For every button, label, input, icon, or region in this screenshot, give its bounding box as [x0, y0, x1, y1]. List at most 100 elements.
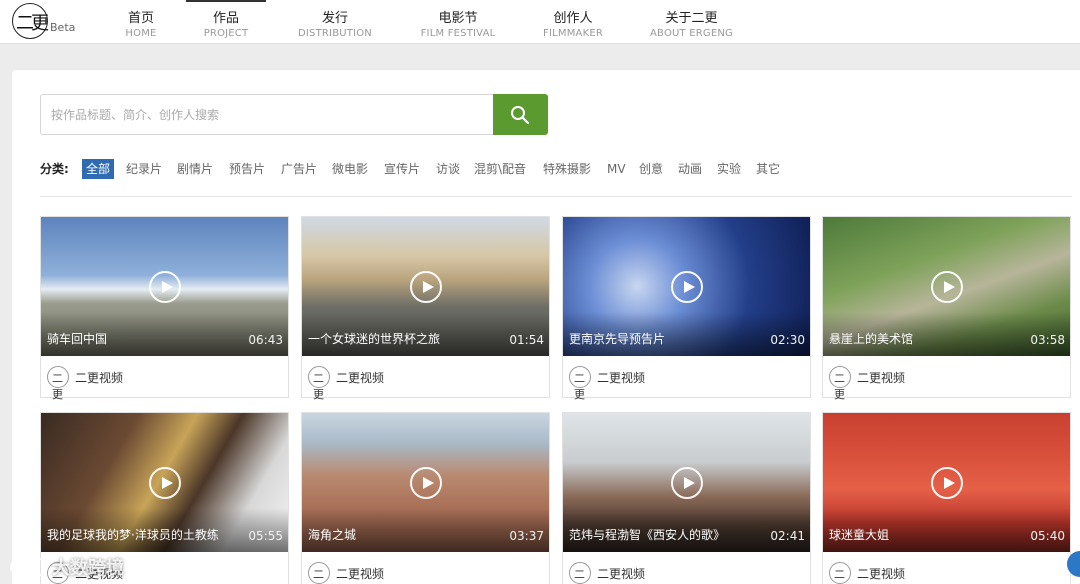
- video-card[interactable]: 海角之城 03:37 二更 二更视频: [301, 412, 550, 584]
- nav-label-en: ABOUT ERGENG: [650, 28, 733, 39]
- filter-divider: [40, 196, 1072, 197]
- watermark-logo-icon: [10, 558, 48, 576]
- video-title: 海角之城: [308, 528, 357, 542]
- beta-label: Beta: [50, 21, 76, 34]
- nav-label-zh: 关于二更: [665, 11, 718, 26]
- play-icon[interactable]: [149, 271, 181, 303]
- nav-label-zh: 电影节: [438, 11, 478, 26]
- video-author[interactable]: 二更 二更视频: [569, 562, 769, 584]
- category-all[interactable]: 全部: [82, 159, 115, 179]
- author-avatar: 二更: [308, 366, 330, 401]
- category-creative[interactable]: 创意: [639, 159, 663, 179]
- search-button[interactable]: [493, 94, 548, 135]
- play-icon[interactable]: [671, 271, 703, 303]
- play-icon[interactable]: [931, 271, 963, 303]
- video-thumbnail: 骑车回中国 06:43: [41, 217, 288, 356]
- nav-filmmaker[interactable]: 创作人 FILMMAKER: [538, 0, 608, 44]
- nav-label-en: PROJECT: [203, 28, 249, 39]
- author-avatar: 二更: [569, 562, 591, 584]
- nav-label-en: HOME: [125, 28, 157, 39]
- video-thumbnail: 更南京先导预告片 02:30: [563, 217, 810, 356]
- category-experimental[interactable]: 实验: [717, 159, 741, 179]
- nav-label-zh: 作品: [212, 11, 239, 26]
- play-icon[interactable]: [410, 271, 442, 303]
- nav-label-zh: 创作人: [553, 11, 593, 26]
- nav-distribution[interactable]: 发行 DISTRIBUTION: [294, 0, 376, 44]
- category-trailer[interactable]: 预告片: [229, 159, 265, 179]
- video-thumbnail: 范炜与程渤智《西安人的歌》 02:41: [563, 413, 810, 552]
- video-card[interactable]: 球迷童大姐 05:40 二更 二更视频: [822, 412, 1071, 584]
- author-avatar: 二更: [569, 366, 591, 401]
- nav-label-en: FILMMAKER: [543, 28, 603, 39]
- author-name: 二更视频: [336, 371, 385, 385]
- video-duration: 01:54: [509, 333, 544, 347]
- video-duration: 03:58: [1030, 333, 1065, 347]
- video-card[interactable]: 更南京先导预告片 02:30 二更 二更视频: [562, 216, 811, 401]
- watermark-text: 大数跨境: [52, 558, 124, 579]
- category-drama[interactable]: 剧情片: [177, 159, 213, 179]
- video-thumbnail: 海角之城 03:37: [302, 413, 549, 552]
- video-author[interactable]: 二更 二更视频: [47, 366, 247, 401]
- video-duration: 06:43: [248, 333, 283, 347]
- author-name: 二更视频: [75, 371, 124, 385]
- play-icon[interactable]: [410, 467, 442, 499]
- nav-about[interactable]: 关于二更 ABOUT ERGENG: [648, 0, 735, 44]
- author-name: 二更视频: [597, 567, 646, 581]
- video-author[interactable]: 二更 二更视频: [569, 366, 769, 401]
- video-duration: 05:40: [1030, 529, 1065, 543]
- video-duration: 05:55: [248, 529, 283, 543]
- watermark: 大数跨境: [10, 554, 124, 580]
- nav-project[interactable]: 作品 PROJECT: [186, 0, 266, 44]
- video-title: 一个女球迷的世界杯之旅: [308, 332, 441, 346]
- author-name: 二更视频: [336, 567, 385, 581]
- video-card[interactable]: 范炜与程渤智《西安人的歌》 02:41 二更 二更视频: [562, 412, 811, 584]
- category-documentary[interactable]: 纪录片: [126, 159, 162, 179]
- ergeng-logo[interactable]: 二更: [12, 3, 52, 39]
- category-remix-dub[interactable]: 混剪\配音: [474, 159, 526, 179]
- category-mv[interactable]: MV: [607, 159, 626, 179]
- nav-home[interactable]: 首页 HOME: [115, 0, 167, 44]
- search-icon: [511, 106, 530, 125]
- video-title: 我的足球我的梦·洋球员的土教练: [47, 528, 219, 542]
- category-promo[interactable]: 宣传片: [384, 159, 420, 179]
- logo-glyph: 二更: [16, 13, 49, 34]
- video-author[interactable]: 二更 二更视频: [308, 366, 508, 401]
- play-icon[interactable]: [149, 467, 181, 499]
- nav-label-en: FILM FESTIVAL: [420, 28, 496, 39]
- video-card[interactable]: 悬崖上的美术馆 03:58 二更 二更视频: [822, 216, 1071, 401]
- author-name: 二更视频: [857, 371, 906, 385]
- video-author[interactable]: 二更 二更视频: [829, 366, 1029, 401]
- video-thumbnail: 悬崖上的美术馆 03:58: [823, 217, 1070, 356]
- video-duration: 02:30: [770, 333, 805, 347]
- author-avatar: 二更: [47, 366, 69, 401]
- search-bar: [40, 94, 548, 135]
- video-author[interactable]: 二更 二更视频: [308, 562, 508, 584]
- category-other[interactable]: 其它: [756, 159, 780, 179]
- nav-label-zh: 首页: [127, 11, 154, 26]
- category-animation[interactable]: 动画: [678, 159, 702, 179]
- video-card[interactable]: 一个女球迷的世界杯之旅 01:54 二更 二更视频: [301, 216, 550, 401]
- video-duration: 03:37: [509, 529, 544, 543]
- nav-label-en: DISTRIBUTION: [298, 28, 372, 39]
- author-avatar: 二更: [829, 562, 851, 584]
- play-icon[interactable]: [931, 467, 963, 499]
- author-name: 二更视频: [857, 567, 906, 581]
- search-input[interactable]: [40, 94, 495, 135]
- works-panel: 分类: 全部 纪录片 剧情片 预告片 广告片 微电影 宣传片 访谈 混剪\配音 …: [12, 70, 1080, 584]
- category-special-shoot[interactable]: 特殊摄影: [543, 159, 591, 179]
- video-title: 骑车回中国: [47, 332, 108, 346]
- video-title: 更南京先导预告片: [569, 332, 666, 346]
- video-duration: 02:41: [770, 529, 805, 543]
- nav-label-zh: 发行: [321, 11, 348, 26]
- play-icon[interactable]: [671, 467, 703, 499]
- author-name: 二更视频: [597, 371, 646, 385]
- category-micro-film[interactable]: 微电影: [332, 159, 368, 179]
- video-thumbnail: 球迷童大姐 05:40: [823, 413, 1070, 552]
- nav-film-festival[interactable]: 电影节 FILM FESTIVAL: [416, 0, 500, 44]
- video-card[interactable]: 骑车回中国 06:43 二更 二更视频: [40, 216, 289, 401]
- video-author[interactable]: 二更 二更视频: [829, 562, 1029, 584]
- author-avatar: 二更: [308, 562, 330, 584]
- video-thumbnail: 我的足球我的梦·洋球员的土教练 05:55: [41, 413, 288, 552]
- category-ad[interactable]: 广告片: [281, 159, 317, 179]
- category-interview[interactable]: 访谈: [436, 159, 460, 179]
